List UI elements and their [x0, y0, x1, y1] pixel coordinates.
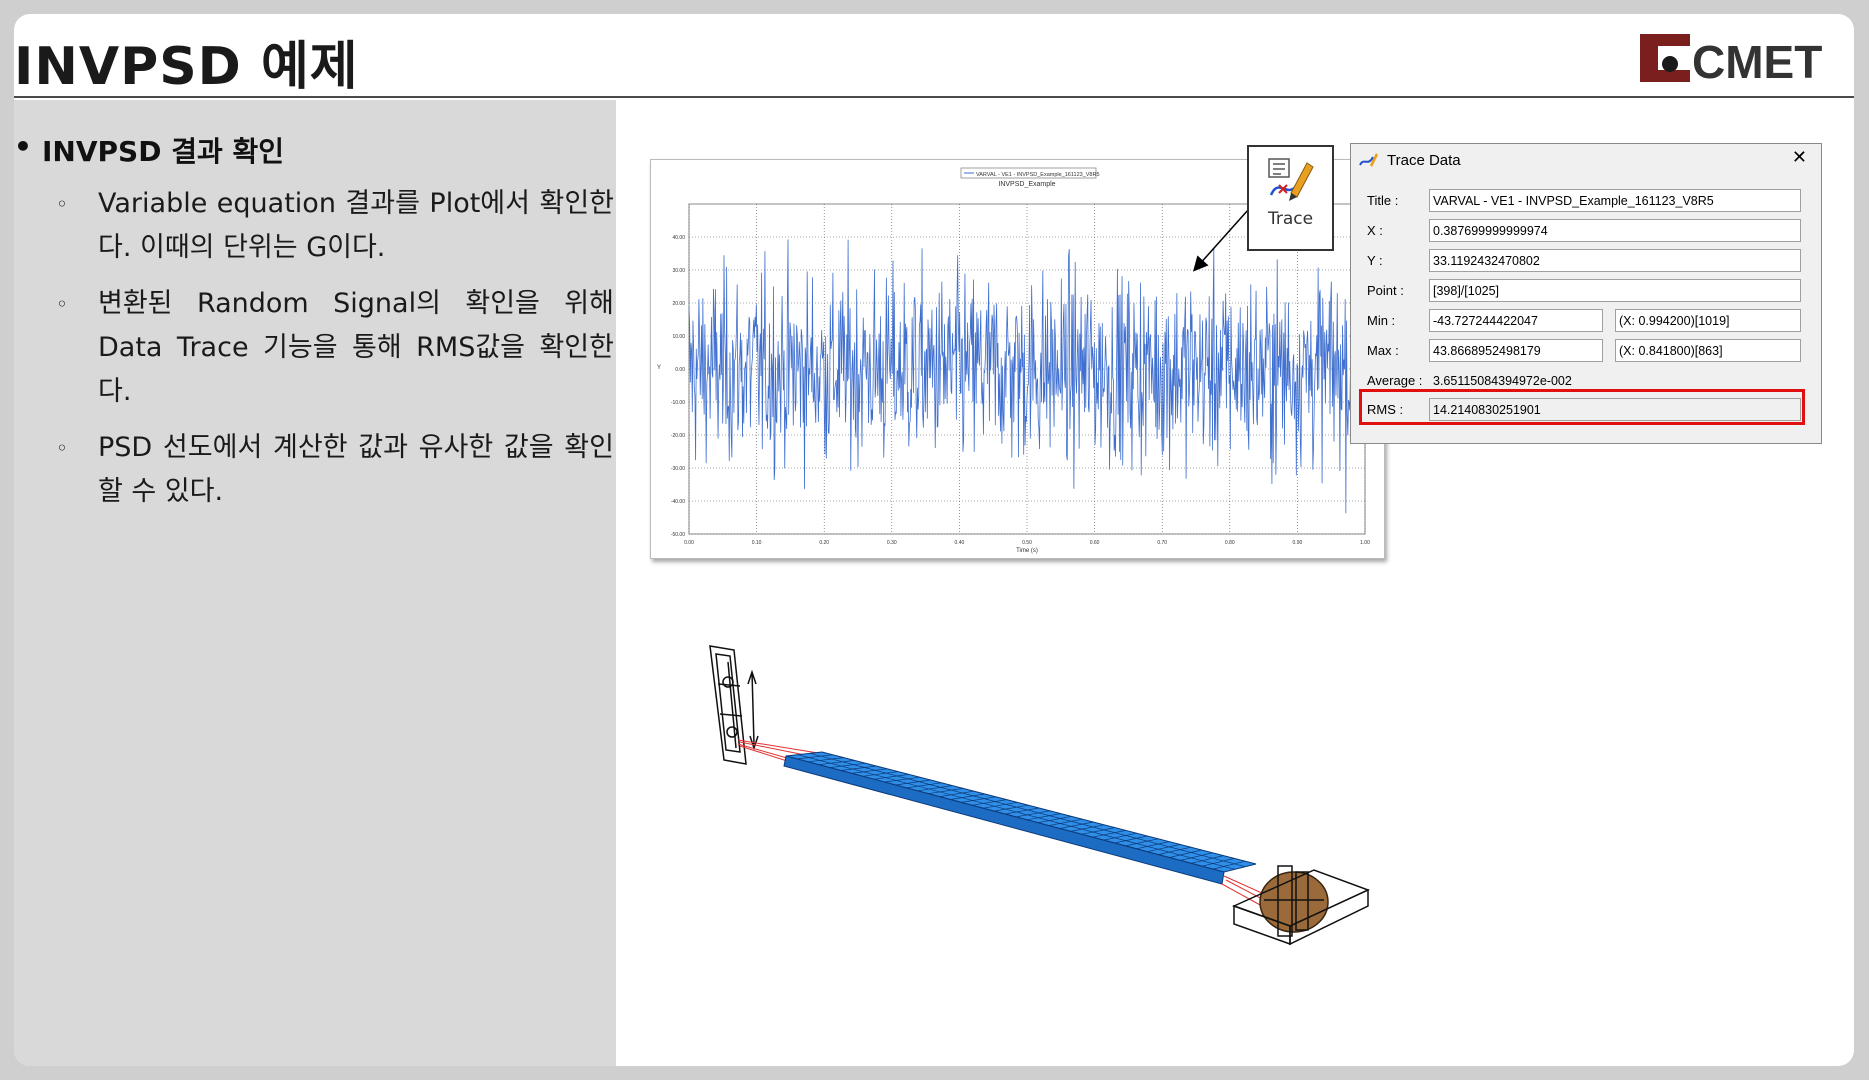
bullet-dot-icon: •: [14, 130, 32, 163]
right-fixture: [1231, 865, 1370, 946]
y-tick-label: -40.00: [671, 499, 685, 505]
x-field[interactable]: 0.387699999999974: [1429, 219, 1801, 242]
trace-button-label: Trace: [1267, 209, 1314, 229]
x-label: X :: [1367, 223, 1383, 238]
x-tick-label: 0.90: [1293, 540, 1303, 546]
signal-series-line: [688, 239, 1366, 514]
average-label: Average :: [1367, 373, 1423, 388]
left-panel: • INVPSD 결과 확인 ◦ Variable equation 결과를 P…: [14, 100, 616, 1066]
trace-data-icon: [1359, 153, 1378, 167]
x-tick-label: 1.00: [1360, 540, 1370, 546]
cmet-logo: CMET: [1640, 34, 1822, 88]
y-tick-label: -20.00: [671, 433, 685, 439]
y-tick-label: 40.00: [672, 235, 685, 241]
callout-arrow: [1193, 209, 1249, 272]
rms-field[interactable]: 14.2140830251901: [1429, 398, 1801, 421]
point-label: Point :: [1367, 283, 1404, 298]
close-icon[interactable]: ✕: [1792, 147, 1807, 168]
max-label: Max :: [1367, 343, 1399, 358]
dialog-title: Trace Data: [1387, 152, 1461, 169]
title-field[interactable]: VARVAL - VE1 - INVPSD_Example_161123_V8R…: [1429, 189, 1801, 212]
x-tick-label: 0.60: [1090, 540, 1100, 546]
bullet-sub-text: 변환된 Random Signal의 확인을 위해 Data Trace 기능을…: [98, 288, 614, 407]
y-tick-label: 0.00: [675, 367, 685, 373]
slide: INVPSD 예제 CMET • INVPSD 결과 확인 ◦ Variable…: [14, 14, 1854, 1066]
title-bar: INVPSD 예제 CMET: [14, 14, 1854, 98]
y-tick-label: 20.00: [672, 301, 685, 307]
beam-mesh: [783, 751, 1257, 885]
min-field[interactable]: -43.727244422047: [1429, 309, 1603, 332]
left-fixture: [709, 645, 759, 765]
y-tick-label: 10.00: [672, 334, 685, 340]
max-x-field[interactable]: (X: 0.841800)[863]: [1615, 339, 1801, 362]
trace-pen-icon: [1268, 158, 1314, 201]
beam-model-view: [709, 645, 1370, 946]
x-tick-label: 0.70: [1157, 540, 1167, 546]
y-tick-label: 30.00: [672, 268, 685, 274]
trace-button[interactable]: Trace: [1247, 145, 1334, 251]
y-tick-label: -10.00: [671, 400, 685, 406]
y-label: Y :: [1367, 253, 1383, 268]
x-tick-label: 0.30: [887, 540, 897, 546]
x-tick-label: 0.80: [1225, 540, 1235, 546]
legend-text: VARVAL - VE1 - INVPSD_Example_161123_V8R…: [976, 172, 1100, 178]
x-tick-label: 0.10: [752, 540, 762, 546]
point-field[interactable]: [398]/[1025]: [1429, 279, 1801, 302]
bullet-sub-text: PSD 선도에서 계산한 값과 유사한 값을 확인할 수 있다.: [98, 432, 614, 507]
ring-bullet-icon: ◦: [56, 192, 68, 216]
ring-bullet-icon: ◦: [56, 292, 68, 316]
min-label: Min :: [1367, 313, 1396, 328]
max-field[interactable]: 43.8668952498179: [1429, 339, 1603, 362]
x-tick-label: 0.00: [684, 540, 694, 546]
min-x-field[interactable]: (X: 0.994200)[1019]: [1615, 309, 1801, 332]
rms-label: RMS :: [1367, 402, 1404, 417]
ring-bullet-icon: ◦: [56, 436, 68, 460]
bullet-sub-text: Variable equation 결과를 Plot에서 확인한다. 이때의 단…: [98, 188, 614, 263]
x-tick-label: 0.20: [819, 540, 829, 546]
x-tick-label: 0.40: [955, 540, 965, 546]
bullet-main-text: INVPSD 결과 확인: [42, 135, 284, 168]
beam-grid-line: [797, 754, 1235, 870]
svg-text:CMET: CMET: [1692, 36, 1822, 88]
trace-data-dialog: Trace Data ✕ Title : VARVAL - VE1 - INVP…: [1350, 143, 1822, 444]
chart-title: INVPSD_Example: [998, 181, 1055, 188]
y-tick-label: -30.00: [671, 466, 685, 472]
y-field[interactable]: 33.1192432470802: [1429, 249, 1801, 272]
page-title: INVPSD 예제: [14, 37, 359, 97]
x-tick-label: 0.50: [1022, 540, 1032, 546]
y-axis-label: Y: [657, 365, 661, 371]
y-tick-label: -50.00: [671, 532, 685, 538]
title-label: Title :: [1367, 193, 1399, 208]
x-axis-label: Time (s): [1016, 548, 1038, 554]
beam-grid-line: [809, 752, 1246, 868]
